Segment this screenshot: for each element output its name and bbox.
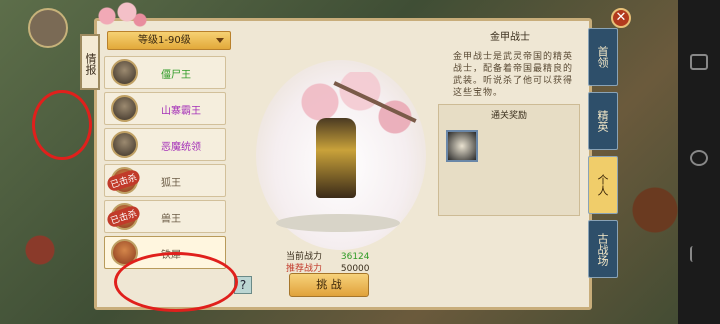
boss-name: 兽王 (161, 214, 181, 225)
boss-name: 恶魔统领 (161, 142, 201, 153)
boss-portrait (111, 95, 138, 122)
reward-title: 通关奖励 (490, 111, 527, 121)
blossom-decoration (92, 2, 148, 28)
home-icon[interactable] (690, 150, 708, 166)
boss-portrait (111, 131, 138, 158)
close-button[interactable]: ✕ (611, 8, 631, 28)
back-icon[interactable] (690, 246, 708, 262)
chevron-down-icon (216, 38, 224, 43)
intel-bookmark-tab[interactable]: 情报 (80, 34, 100, 90)
boss-item-demon-commander[interactable]: 恶魔统领 (104, 128, 226, 161)
boss-title: 金甲战士 (490, 32, 530, 43)
boss-pedestal (276, 214, 400, 232)
boss-model (316, 118, 356, 198)
tab-ancient-battlefield[interactable]: 古战场 (588, 220, 618, 278)
boss-name: 山寨霸王 (161, 106, 201, 117)
level-filter-label: 等级1-90级 (138, 35, 191, 46)
level-filter-dropdown[interactable]: 等级1-90级 (107, 31, 231, 50)
player-avatar[interactable] (28, 8, 68, 48)
annotation-circle (114, 252, 238, 312)
boss-description: 金甲战士是武灵帝国的精英战士，配备着帝国最精良的武装。听说杀了他可以获得这些宝物… (453, 52, 574, 98)
system-nav-bar (678, 0, 720, 324)
recent-apps-icon[interactable] (690, 54, 708, 70)
boss-info: 金甲战士 金甲战士是武灵帝国的精英战士，配备着帝国最精良的武装。听说杀了他可以获… (435, 22, 585, 99)
boss-list: 僵尸王 山寨霸王 恶魔统领 已击杀 狐王 已击杀 兽王 铁犀 (104, 56, 226, 272)
boss-portrait (111, 59, 138, 86)
boss-item-bandit-king[interactable]: 山寨霸王 (104, 92, 226, 125)
reward-item-icon[interactable] (446, 130, 478, 162)
side-tabs: 首领 精英 个人 古战场 (588, 28, 620, 284)
tab-elite[interactable]: 精英 (588, 92, 618, 150)
boss-item-zombie-king[interactable]: 僵尸王 (104, 56, 226, 89)
boss-item-fox-king[interactable]: 已击杀 狐王 (104, 164, 226, 197)
tab-personal[interactable]: 个人 (588, 156, 618, 214)
tab-boss[interactable]: 首领 (588, 28, 618, 86)
boss-item-beast-king[interactable]: 已击杀 兽王 (104, 200, 226, 233)
annotation-circle (32, 90, 92, 160)
boss-name: 僵尸王 (161, 70, 191, 81)
boss-name: 狐王 (161, 178, 181, 189)
challenge-button[interactable]: 挑 战 (289, 273, 369, 297)
